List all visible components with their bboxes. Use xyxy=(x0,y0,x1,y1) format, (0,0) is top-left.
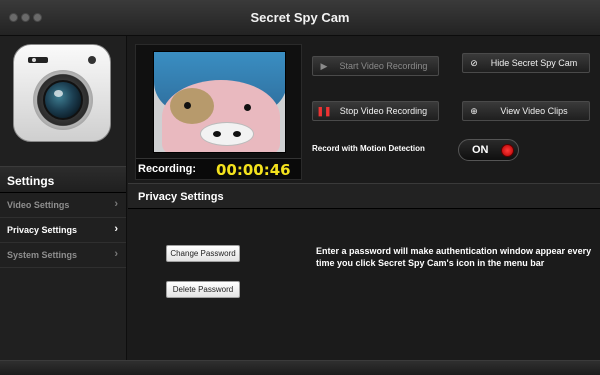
sidebar-item-label: Video Settings xyxy=(7,200,70,210)
recording-timer: 00:00:46 xyxy=(216,161,291,179)
window-title: Secret Spy Cam xyxy=(250,10,350,25)
camera-flash-icon xyxy=(28,57,48,63)
sidebar-item-video-settings[interactable]: Video Settings › xyxy=(0,193,126,218)
chevron-right-icon: › xyxy=(114,198,118,210)
pause-icon: ❚❚ xyxy=(316,105,332,116)
camera-lens-icon xyxy=(33,70,93,130)
toggle-state-label: ON xyxy=(472,144,489,156)
recording-label: Recording: xyxy=(138,163,197,175)
delete-password-button[interactable]: Delete Password xyxy=(166,281,240,298)
recording-status-bar: Recording: 00:00:46 xyxy=(136,158,301,179)
sidebar-item-system-settings[interactable]: System Settings › xyxy=(0,243,126,268)
hide-spy-cam-button[interactable]: ⊘ Hide Secret Spy Cam xyxy=(462,53,590,73)
start-recording-button[interactable]: ▶ Start Video Recording xyxy=(312,56,439,76)
bottom-bar xyxy=(0,360,600,375)
hide-icon: ⊘ xyxy=(470,57,478,68)
password-info-text: Enter a password will make authenticatio… xyxy=(316,246,592,268)
motion-detection-label: Record with Motion Detection xyxy=(312,144,425,153)
view-video-clips-button[interactable]: ⊕ View Video Clips xyxy=(462,101,590,121)
motion-detection-toggle[interactable]: ON xyxy=(458,139,519,161)
camera-sensor-dot xyxy=(88,56,96,64)
chevron-right-icon: › xyxy=(114,223,118,235)
privacy-settings-heading: Privacy Settings xyxy=(128,183,600,209)
camera-video-feed xyxy=(153,51,286,153)
play-icon: ▶ xyxy=(320,60,328,71)
camera-preview-panel: Recording: 00:00:46 xyxy=(135,44,302,180)
view-clips-icon: ⊕ xyxy=(470,105,478,116)
toggle-indicator-icon xyxy=(501,144,514,157)
camera-app-icon xyxy=(13,44,111,142)
sidebar-item-label: System Settings xyxy=(7,250,78,260)
sidebar-item-label: Privacy Settings xyxy=(7,225,78,235)
settings-heading: Settings xyxy=(0,166,126,193)
stop-recording-button[interactable]: ❚❚ Stop Video Recording xyxy=(312,101,439,121)
title-bar: Secret Spy Cam xyxy=(0,0,600,36)
chevron-right-icon: › xyxy=(114,248,118,260)
sidebar-item-privacy-settings[interactable]: Privacy Settings › xyxy=(0,218,126,243)
change-password-button[interactable]: Change Password xyxy=(166,245,240,262)
